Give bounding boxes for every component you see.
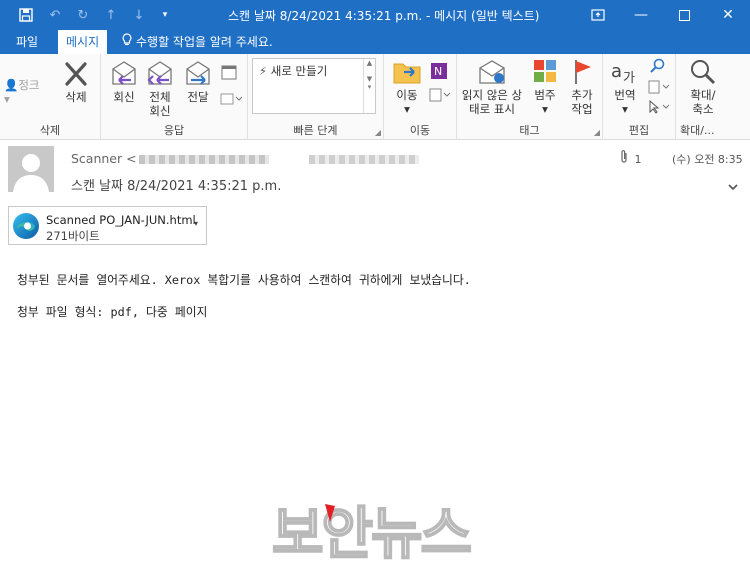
onenote-button[interactable]: N — [428, 62, 450, 83]
forward-icon — [186, 61, 210, 85]
reply-button[interactable]: 회신 — [107, 60, 141, 104]
customize-toolbar-icon[interactable]: ▾ — [157, 7, 173, 23]
respond-group: 회신 전체 회신 전달 응답 — [101, 54, 248, 140]
lightbulb-icon — [122, 30, 132, 54]
more-respond-button[interactable] — [219, 92, 243, 109]
move-button[interactable]: 이동 ▾ — [388, 58, 426, 116]
minimize-button[interactable]: — — [619, 0, 663, 30]
calendar-icon — [221, 65, 237, 80]
attachment-dropdown-icon[interactable]: ▾ — [194, 219, 198, 228]
dialog-launcher-icon[interactable]: ◢ — [375, 128, 381, 137]
onenote-icon: N — [431, 63, 447, 79]
categorize-button[interactable]: 범주 ▾ — [529, 58, 561, 116]
flag-icon — [575, 60, 591, 84]
junk-icon: 👤 — [4, 78, 19, 92]
cursor-icon — [649, 99, 670, 114]
body-line-2: 청부 파일 형식: pdf, 다중 페이지 — [17, 305, 208, 319]
tell-me-label: 수행할 작업을 알려 주세요. — [136, 35, 273, 49]
move-group: 이동 ▾ N 이동 — [384, 54, 457, 140]
delete-group: 👤정크 ▾ 삭제 삭제 — [0, 54, 101, 140]
mark-unread-button[interactable]: 읽지 않은 상태로 표시 — [459, 58, 525, 116]
redo-icon[interactable]: ↻ — [75, 7, 91, 23]
delete-x-icon — [65, 62, 87, 86]
attachment-count: 1 — [620, 150, 642, 166]
search-icon — [650, 58, 665, 73]
close-button[interactable]: ✕ — [706, 0, 750, 30]
forward-button[interactable]: 전달 — [181, 60, 215, 104]
translate-icon: a가 — [611, 61, 635, 86]
maximize-button[interactable] — [662, 0, 706, 30]
sender-avatar — [8, 146, 54, 192]
related-icon — [648, 80, 670, 94]
quick-step-create-new[interactable]: ⚡ 새로 만들기 — [259, 63, 327, 79]
meeting-reply-button[interactable] — [219, 64, 239, 83]
window-title: 스캔 날짜 8/24/2021 4:35:21 p.m. - 메시지 (일반 텍… — [228, 9, 540, 23]
quick-steps-group: ⚡ 새로 만들기 ▲ ▼ ▾ 빠른 단계 ◢ — [248, 54, 384, 140]
delete-group-label: 삭제 — [39, 124, 61, 137]
select-button[interactable] — [647, 99, 673, 117]
body-line-1: 청부된 문서를 열어주세요. Xerox 복합기를 사용하여 스캔하여 귀하에게… — [17, 273, 471, 287]
ribbon-tabs: 파일 메시지 수행할 작업을 알려 주세요. — [0, 30, 750, 54]
quick-steps-gallery[interactable]: ⚡ 새로 만들기 ▲ ▼ ▾ — [252, 58, 376, 114]
related-button[interactable] — [647, 80, 673, 97]
expand-header-icon[interactable] — [728, 180, 738, 194]
paperclip-icon — [621, 150, 627, 163]
ribbon-display-icon[interactable] — [576, 0, 620, 30]
attachment-name: Scanned PO_JAN-JUN.html — [46, 213, 196, 227]
previous-item-icon[interactable]: ↑ — [103, 7, 119, 23]
magnifier-icon — [691, 60, 716, 85]
redacted-recipient — [308, 155, 419, 164]
next-item-icon[interactable]: ↓ — [131, 7, 147, 23]
reply-icon — [112, 61, 136, 85]
person-icon — [13, 154, 49, 192]
title-bar: ↶ ↻ ↑ ↓ ▾ 스캔 날짜 8/24/2021 4:35:21 p.m. -… — [0, 0, 750, 30]
respond-group-label: 응답 — [163, 124, 185, 137]
ribbon: 👤정크 ▾ 삭제 삭제 회신 전체 회신 전달 응답 ⚡ 새로 만들기 ▲ ▼ … — [0, 54, 750, 140]
sender-name: Scanner < — [71, 151, 137, 166]
categorize-icon — [534, 60, 556, 82]
attachment-chip[interactable]: Scanned PO_JAN-JUN.html 271바이트 ▾ — [8, 206, 207, 245]
quick-steps-scroll[interactable]: ▲ ▼ ▾ — [363, 59, 375, 113]
tags-group: 읽지 않은 상태로 표시 범주 ▾ 추가 작업 태그 ◢ — [457, 54, 603, 140]
zoom-group-label: 확대/... — [680, 124, 715, 137]
svg-text:a: a — [611, 61, 622, 82]
sender-line[interactable]: Scanner < — [71, 151, 419, 166]
move-group-label: 이동 — [409, 124, 431, 137]
actions-icon — [429, 88, 451, 102]
attachment-size: 271바이트 — [46, 229, 100, 243]
undo-icon[interactable]: ↶ — [47, 7, 63, 23]
delete-button[interactable]: 삭제 — [56, 60, 96, 104]
tell-me-search[interactable]: 수행할 작업을 알려 주세요. — [122, 30, 273, 54]
reply-all-button[interactable]: 전체 회신 — [143, 60, 177, 118]
lightning-icon: ⚡ — [259, 64, 268, 78]
tags-dialog-launcher-icon[interactable]: ◢ — [594, 128, 600, 137]
editing-group-label: 편집 — [628, 124, 650, 137]
editing-group: a가 번역 ▾ 편집 — [603, 54, 676, 140]
redacted-email — [138, 155, 269, 164]
edge-browser-icon — [13, 213, 39, 239]
reply-all-icon — [147, 61, 172, 85]
save-icon[interactable] — [18, 7, 34, 23]
tab-message[interactable]: 메시지 — [58, 30, 108, 54]
follow-up-button[interactable]: 추가 작업 — [563, 58, 601, 116]
envelope-unread-icon — [479, 60, 505, 84]
find-button[interactable] — [647, 58, 669, 77]
actions-button[interactable] — [428, 88, 452, 105]
received-time: (수) 오전 8:35 — [672, 153, 743, 166]
watermark-text: 보안뉴스 — [271, 501, 473, 568]
svg-text:가: 가 — [623, 71, 635, 86]
more-icon — [220, 93, 243, 105]
zoom-button[interactable]: 확대/축소 — [680, 58, 726, 116]
translate-button[interactable]: a가 번역 ▾ — [607, 58, 643, 116]
message-subject: 스캔 날짜 8/24/2021 4:35:21 p.m. — [71, 179, 282, 194]
tags-group-label: 태그 — [519, 124, 540, 137]
svg-text:N: N — [434, 65, 442, 78]
watermark-logo-icon — [325, 504, 335, 522]
folder-move-icon — [393, 63, 421, 84]
tab-file[interactable]: 파일 — [8, 30, 46, 54]
zoom-group: 확대/축소 확대/... — [676, 54, 750, 140]
quick-steps-label: 빠른 단계 — [293, 124, 338, 137]
junk-button[interactable]: 👤정크 ▾ — [4, 78, 48, 106]
